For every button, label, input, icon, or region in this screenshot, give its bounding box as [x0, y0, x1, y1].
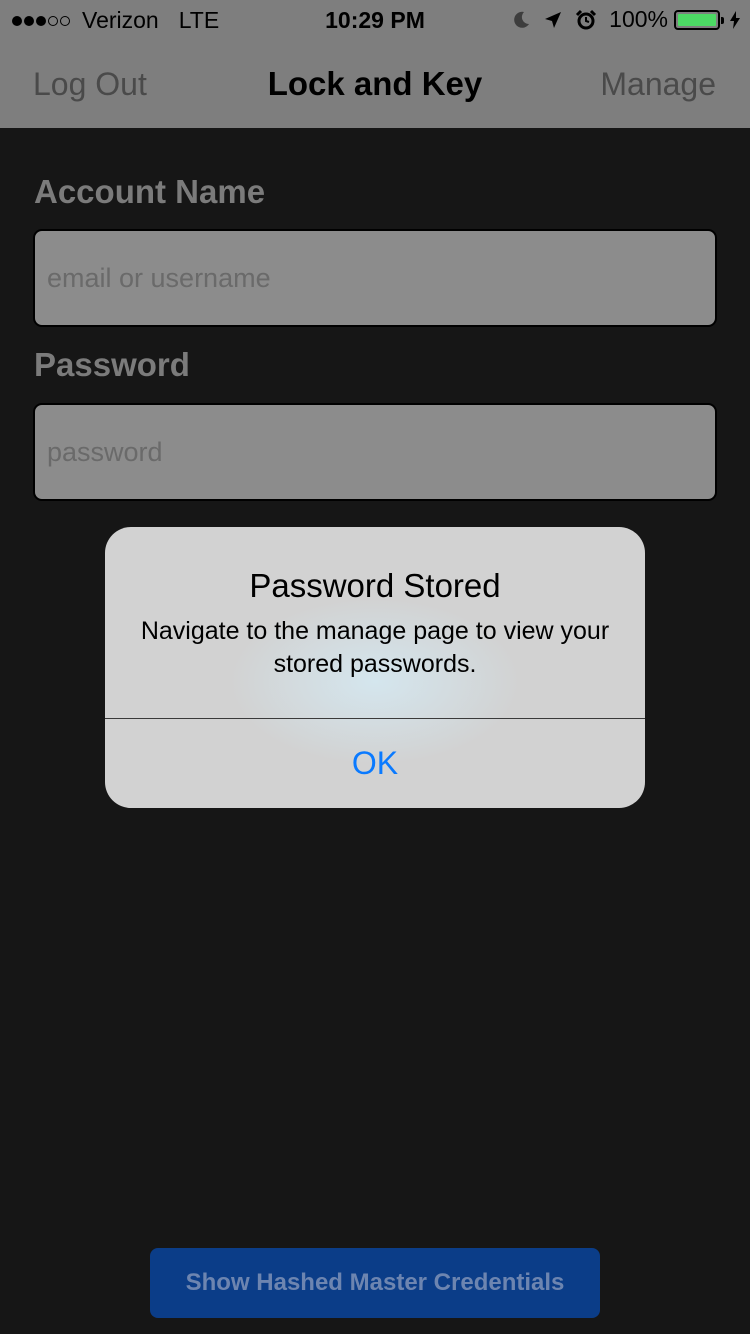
- alert-title: Password Stored: [249, 567, 501, 604]
- account-name-label: Account Name: [34, 173, 266, 210]
- show-hashed-master-credentials-button[interactable]: Show Hashed Master Credentials: [150, 1248, 600, 1318]
- password-stored-alert: Password Stored Navigate to the manage p…: [105, 527, 645, 808]
- password-label: Password: [34, 346, 190, 383]
- password-input[interactable]: [33, 403, 717, 501]
- status-right: 100%: [499, 6, 740, 33]
- location-arrow-icon: [543, 10, 563, 30]
- navigation-bar: Log Out Lock and Key Manage: [0, 40, 750, 128]
- account-name-input[interactable]: [33, 229, 717, 327]
- manage-button[interactable]: Manage: [600, 66, 716, 103]
- charging-bolt-icon: [730, 10, 740, 29]
- battery-percent: 100%: [609, 6, 668, 32]
- moon-icon: [511, 10, 531, 30]
- battery-icon: [674, 9, 724, 30]
- battery-fill: [678, 13, 716, 26]
- status-bar: Verizon LTE 10:29 PM 100%: [0, 0, 750, 40]
- alert-message: Navigate to the manage page to view your…: [140, 617, 610, 678]
- alert-ok-button[interactable]: OK: [105, 719, 645, 808]
- alarm-clock-icon: [575, 9, 597, 31]
